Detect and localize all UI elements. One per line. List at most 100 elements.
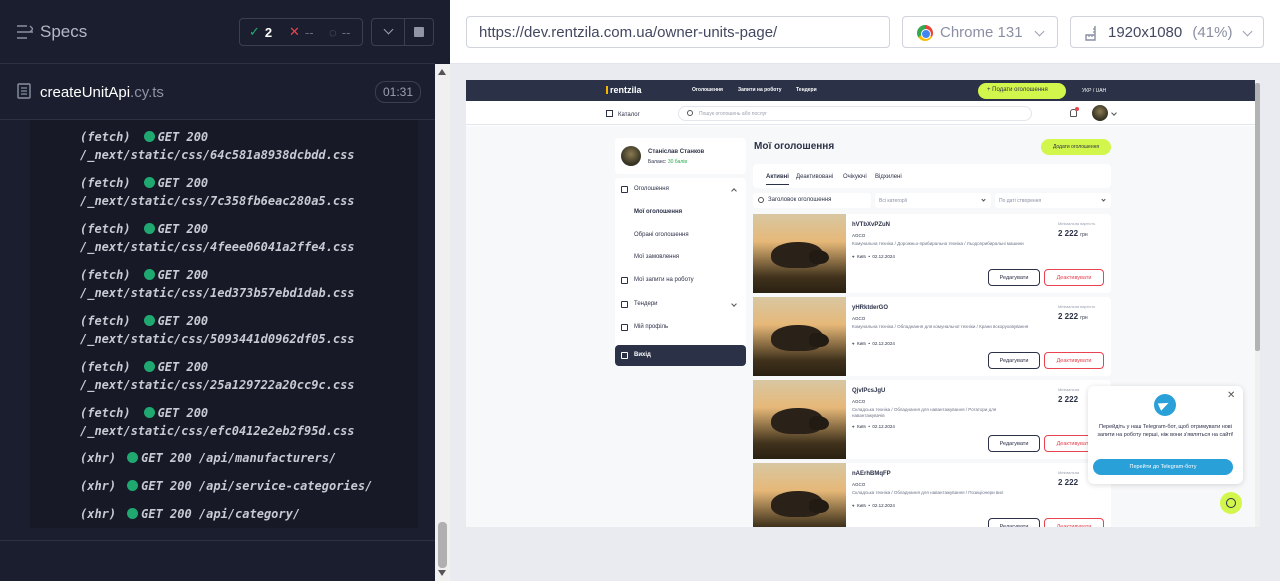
catalog-button[interactable]: Каталог bbox=[606, 110, 640, 118]
command-log: (fetch) GET 200/_next/static/css/64c581a8… bbox=[30, 120, 418, 528]
tab-rejected[interactable]: Відхилені bbox=[875, 174, 902, 180]
deactivate-button[interactable]: Деактивувати bbox=[1044, 518, 1104, 527]
scroll-up-icon[interactable] bbox=[438, 69, 446, 75]
check-icon: ✓ bbox=[249, 24, 260, 39]
nav-tenders[interactable]: Тендери bbox=[796, 87, 817, 93]
log-entry[interactable]: (xhr) GET 200 /api/manufacturers/ bbox=[80, 449, 336, 467]
scroll-thumb[interactable] bbox=[438, 522, 447, 568]
search-icon bbox=[758, 197, 764, 203]
aut-frame: rentzila Оголошення Запити на роботу Тен… bbox=[466, 80, 1260, 527]
deactivate-button[interactable]: Деактивувати bbox=[1044, 352, 1104, 369]
sidebar-item-my-ads[interactable]: Мої оголошення bbox=[634, 209, 682, 215]
unit-price: 2 222 грн bbox=[1058, 312, 1088, 321]
nav-ads[interactable]: Оголошення bbox=[692, 87, 723, 93]
submit-ad-button[interactable]: + Подати оголошення bbox=[978, 83, 1066, 99]
sidebar-item-favorite-ads[interactable]: Обрані оголошення bbox=[634, 232, 689, 238]
log-entry[interactable]: (fetch) GET 200/_next/static/css/1ed373b5… bbox=[80, 266, 355, 302]
log-entry[interactable]: (fetch) GET 200/_next/static/css/64c581a8… bbox=[80, 128, 355, 164]
search-icon bbox=[687, 110, 693, 116]
add-ad-button[interactable]: Додати оголошення bbox=[1041, 139, 1111, 155]
aut-scrollbar[interactable] bbox=[1255, 80, 1260, 527]
unit-brand: AGCO bbox=[852, 316, 866, 321]
spec-file-row[interactable]: createUnitApi.cy.ts 01:31 bbox=[0, 65, 435, 120]
log-scrollbar[interactable] bbox=[435, 64, 450, 581]
unit-image bbox=[753, 463, 846, 527]
main-content: Мої оголошення Додати оголошення Активні… bbox=[753, 138, 1111, 527]
logout-button[interactable]: Вихід bbox=[615, 345, 746, 366]
user-icon bbox=[621, 324, 628, 331]
url-field[interactable]: https://dev.rentzila.com.ua/owner-units-… bbox=[466, 16, 890, 48]
tab-deactivated[interactable]: Деактивовані bbox=[796, 174, 833, 180]
scroll-down-icon[interactable] bbox=[438, 570, 446, 576]
bell-icon[interactable] bbox=[1070, 107, 1079, 117]
unit-name: QjvlPcsJgU bbox=[852, 388, 886, 394]
unit-card[interactable]: yHRktderGO AGCO Комунальна техніка / Обл… bbox=[753, 297, 1111, 376]
stat-pending: ◌ -- bbox=[329, 24, 351, 40]
chevron-down-icon bbox=[1101, 197, 1106, 202]
stop-button[interactable] bbox=[404, 18, 434, 46]
grid-icon bbox=[606, 110, 613, 117]
status-dot bbox=[127, 480, 139, 491]
unit-card[interactable]: nAErhBMqFP AGCO Складська техніка / Обла… bbox=[753, 463, 1111, 527]
log-entry[interactable]: (fetch) GET 200/_next/static/css/5093441d… bbox=[80, 312, 355, 348]
log-entry[interactable]: (fetch) GET 200/_next/static/css/7c358fb6… bbox=[80, 174, 355, 210]
unit-card[interactable]: hVTbXvPZuN AGCO Комунальна техніка / Дор… bbox=[753, 214, 1111, 293]
status-dot bbox=[143, 407, 155, 418]
tabs-bar: Активні Деактивовані Очікуючі Відхилені bbox=[753, 164, 1111, 188]
unit-price: 2 222 грн bbox=[1058, 229, 1088, 238]
language-currency[interactable]: УКР / UAH bbox=[1082, 88, 1106, 94]
telegram-bot-button[interactable]: Перейти до Telegram-боту bbox=[1093, 459, 1233, 475]
profile-sidebar: Станіслав Станков Баланс: 30 балів Оголо… bbox=[615, 138, 746, 368]
menu-icon[interactable] bbox=[17, 25, 33, 39]
avatar[interactable] bbox=[1092, 105, 1108, 121]
log-entry[interactable]: (fetch) GET 200/_next/static/css/4feee060… bbox=[80, 220, 355, 256]
ad-title-search[interactable]: Заголовок оголошення bbox=[753, 193, 871, 208]
profile-balance: Баланс: 30 балів bbox=[648, 159, 687, 165]
browser-selector[interactable]: Chrome 131 bbox=[902, 16, 1058, 48]
price-label: Мінімальна вартість bbox=[1058, 304, 1096, 309]
specs-title[interactable]: Specs bbox=[40, 22, 87, 42]
stat-passed: ✓ 2 bbox=[249, 24, 273, 40]
site-search-input[interactable]: Пошук оголошень або послуг bbox=[678, 106, 1032, 121]
nav-requests[interactable]: Запити на роботу bbox=[738, 87, 782, 93]
deactivate-button[interactable]: Деактивувати bbox=[1044, 269, 1104, 286]
sidebar-item-my-orders[interactable]: Мої замовлення bbox=[634, 254, 679, 260]
site-logo[interactable]: rentzila bbox=[606, 85, 642, 95]
unit-category: Складська техніка / Обладнання для наван… bbox=[852, 407, 997, 418]
scroll-thumb[interactable] bbox=[1255, 83, 1260, 351]
log-entry[interactable]: (fetch) GET 200/_next/static/css/efc0412e… bbox=[80, 404, 355, 440]
price-label: Мінімальна bbox=[1058, 387, 1080, 392]
unit-location: ⌖ Київ • 02.12.2024 bbox=[852, 424, 895, 429]
unit-name: nAErhBMqFP bbox=[852, 471, 891, 477]
specs-header: Specs ✓ 2 ✕ -- ◌ -- bbox=[0, 0, 435, 64]
unit-category: Складська техніка / Обладнання для наван… bbox=[852, 490, 1004, 495]
chevron-down-icon bbox=[1034, 26, 1045, 37]
edit-button[interactable]: Редагувати bbox=[988, 269, 1040, 286]
unit-card[interactable]: QjvlPcsJgU AGCO Складська техніка / Обла… bbox=[753, 380, 1111, 459]
edit-button[interactable]: Редагувати bbox=[988, 352, 1040, 369]
log-entry[interactable]: (fetch) GET 200/_next/static/css/25a12972… bbox=[80, 358, 355, 394]
category-select[interactable]: Всі категорії bbox=[875, 193, 991, 208]
telegram-icon bbox=[1154, 394, 1176, 416]
status-dot bbox=[127, 452, 139, 463]
sort-select[interactable]: По даті створення bbox=[995, 193, 1111, 208]
tenders-icon bbox=[621, 301, 628, 308]
telegram-message: Перейдіть у наш Telegram-бот, щоб отриму… bbox=[1097, 424, 1234, 438]
log-entry[interactable]: (xhr) GET 200 /api/category/ bbox=[80, 505, 300, 523]
edit-button[interactable]: Редагувати bbox=[988, 518, 1040, 527]
chat-icon[interactable] bbox=[1220, 492, 1242, 514]
x-icon: ✕ bbox=[289, 24, 300, 39]
viewport-selector[interactable]: 1920x1080 (41%) bbox=[1070, 16, 1264, 48]
site-header: rentzila Оголошення Запити на роботу Тен… bbox=[466, 80, 1255, 101]
stat-failed: ✕ -- bbox=[289, 24, 314, 40]
unit-name: yHRktderGO bbox=[852, 305, 889, 311]
log-entry[interactable]: (xhr) GET 200 /api/service-categories/ bbox=[80, 477, 372, 495]
tab-active[interactable]: Активні bbox=[766, 174, 789, 185]
profile-card: Станіслав Станков Баланс: 30 балів bbox=[615, 138, 746, 174]
close-icon[interactable]: ✕ bbox=[1227, 390, 1235, 401]
tab-pending[interactable]: Очікуючі bbox=[843, 174, 867, 180]
page-title: Мої оголошення bbox=[754, 141, 835, 152]
edit-button[interactable]: Редагувати bbox=[988, 435, 1040, 452]
chevron-down-icon[interactable] bbox=[1111, 110, 1117, 116]
runner-options-button[interactable] bbox=[371, 18, 405, 46]
